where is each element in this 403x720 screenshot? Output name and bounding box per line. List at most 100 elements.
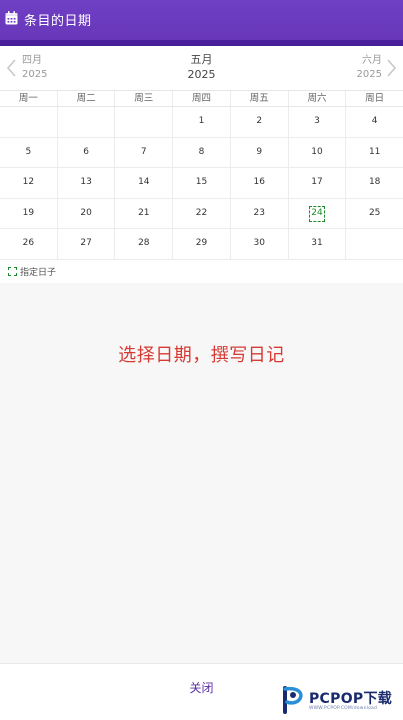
page-title: 条目的日期 — [24, 14, 92, 29]
weekday-label: 周五 — [231, 91, 289, 106]
calendar-day-cell[interactable]: 2 — [231, 107, 289, 137]
calendar-day-cell[interactable]: 19 — [0, 198, 58, 228]
calendar-day-number: 5 — [25, 146, 32, 157]
calendar-day-number: 15 — [195, 177, 208, 187]
calendar-day-cell[interactable]: 26 — [0, 229, 58, 259]
current-month-name: 五月 — [190, 53, 213, 66]
calendar-day-number: 21 — [138, 207, 150, 218]
weekday-label: 周二 — [58, 91, 116, 106]
calendar-day-number: 22 — [195, 207, 208, 218]
calendar-day-number: 24 — [308, 205, 325, 222]
calendar-empty-cell — [0, 107, 58, 137]
calendar-day-cell[interactable]: 8 — [173, 137, 231, 167]
calendar-empty-cell — [58, 107, 116, 137]
calendar-day-cell[interactable]: 21 — [115, 198, 174, 228]
watermark: PCPOP下载 WWW.PCPOP.COM/download — [279, 684, 403, 720]
watermark-brand: PCPOP下载 — [309, 691, 393, 707]
calendar-day-number: 16 — [253, 177, 265, 187]
calendar-day-number: 14 — [138, 177, 150, 187]
calendar-day-number: 28 — [138, 238, 150, 248]
calendar-day-cell[interactable]: 3 — [289, 107, 347, 137]
pcpop-logo-icon — [283, 686, 303, 714]
calendar-day-cell[interactable]: 5 — [0, 137, 58, 167]
calendar-day-cell[interactable]: 28 — [115, 229, 174, 259]
calendar-day-number: 8 — [198, 146, 205, 157]
next-month-button[interactable]: 六月 2025 — [357, 54, 382, 82]
calendar-day-cell[interactable]: 16 — [231, 168, 289, 198]
current-month-year: 2025 — [187, 68, 216, 81]
calendar-day-cell[interactable]: 18 — [346, 168, 403, 198]
calendar-day-number: 10 — [311, 146, 323, 157]
calendar-week-row: 26 27 28 29 30 31 — [0, 229, 403, 260]
calendar-day-number: 26 — [22, 238, 35, 248]
weekday-label: 周六 — [289, 91, 347, 106]
calendar-day-number: 12 — [22, 177, 35, 187]
calendar-day-cell[interactable]: 17 — [289, 168, 347, 198]
calendar-day-number: 25 — [368, 207, 381, 218]
calendar-day-number: 13 — [80, 177, 92, 187]
calendar-day-cell[interactable]: 7 — [115, 137, 174, 167]
next-month-name: 六月 — [362, 55, 382, 66]
calendar-day-cell[interactable]: 1 — [173, 107, 231, 137]
weekday-label: 周一 — [0, 91, 58, 106]
calendar-day-cell[interactable]: 29 — [173, 229, 231, 259]
promo-caption: 选择日期，撰写日记 — [118, 345, 285, 366]
calendar-day-cell[interactable]: 30 — [231, 229, 289, 259]
calendar-empty-cell — [346, 229, 403, 259]
calendar-day-number: 1 — [198, 116, 205, 126]
calendar-day-cell[interactable]: 31 — [289, 229, 347, 259]
calendar-day-cell[interactable]: 15 — [173, 168, 231, 198]
calendar-week-row: 1 2 3 4 — [0, 107, 403, 138]
legend: 指定日子 — [0, 262, 403, 282]
calendar-day-cell[interactable]: 13 — [58, 168, 116, 198]
calendar-day-number: 18 — [368, 177, 381, 187]
calendar-day-cell[interactable]: 12 — [0, 168, 58, 198]
calendar-day-number: 20 — [80, 207, 92, 218]
month-navigator: 四月 2025 五月 2025 六月 2025 — [0, 46, 403, 90]
calendar-day-number: 7 — [140, 146, 147, 157]
calendar-day-cell[interactable]: 24 — [289, 198, 347, 228]
calendar-day-cell[interactable]: 23 — [231, 198, 289, 228]
current-month: 五月 2025 — [0, 52, 403, 82]
weekday-label: 周三 — [115, 91, 174, 106]
calendar-empty-cell — [115, 107, 174, 137]
calendar-day-number: 17 — [311, 177, 323, 187]
calendar-day-number: 2 — [256, 116, 263, 126]
calendar-day-number: 6 — [83, 146, 89, 157]
calendar-day-number: 23 — [253, 207, 265, 218]
calendar-day-number: 31 — [311, 238, 323, 248]
calendar-day-number: 9 — [256, 146, 263, 157]
calendar-day-cell[interactable]: 27 — [58, 229, 116, 259]
calendar-day-number: 30 — [253, 238, 265, 248]
legend-label: 指定日子 — [20, 268, 57, 278]
calendar-grid: 1 2 3 4 5 6 7 8 9 10 11 12 13 14 15 16 17 18 19 20 21 22 23 24 2… — [0, 107, 403, 260]
weekday-header: 周一 周二 周三 周四 周五 周六 周日 — [0, 90, 403, 107]
calendar-week-row: 5 6 7 8 9 10 11 — [0, 137, 403, 168]
calendar-day-number: 11 — [368, 146, 381, 157]
diary-content-area: 选择日期，撰写日记 — [0, 283, 403, 663]
calendar-day-cell[interactable]: 25 — [346, 199, 403, 229]
calendar-day-number: 29 — [195, 238, 208, 248]
calendar-day-cell[interactable]: 14 — [115, 168, 174, 198]
weekday-label: 周四 — [173, 91, 231, 106]
calendar-day-cell[interactable]: 11 — [346, 138, 403, 168]
chevron-right-icon[interactable] — [386, 58, 398, 78]
calendar-day-cell[interactable]: 4 — [346, 107, 403, 137]
calendar-week-row: 12 13 14 15 16 17 18 — [0, 168, 403, 199]
calendar-day-cell[interactable]: 20 — [58, 198, 116, 228]
calendar-icon — [5, 11, 18, 25]
calendar-week-row: 19 20 21 22 23 24 25 — [0, 198, 403, 229]
app-header: 条目的日期 — [0, 0, 403, 46]
calendar-day-cell[interactable]: 22 — [173, 198, 231, 228]
calendar-day-cell[interactable]: 6 — [58, 137, 116, 167]
calendar-day-number: 4 — [371, 116, 378, 126]
weekday-label: 周日 — [365, 93, 385, 104]
calendar-day-number: 19 — [22, 207, 35, 218]
watermark-url: WWW.PCPOP.COM/download — [309, 706, 378, 711]
calendar-day-number: 27 — [80, 238, 92, 248]
calendar-day-number: 3 — [314, 116, 320, 126]
calendar-day-cell[interactable]: 9 — [231, 137, 289, 167]
next-month-year: 2025 — [356, 69, 382, 80]
calendar-day-cell[interactable]: 10 — [289, 137, 347, 167]
marked-day-legend-icon — [8, 267, 17, 276]
